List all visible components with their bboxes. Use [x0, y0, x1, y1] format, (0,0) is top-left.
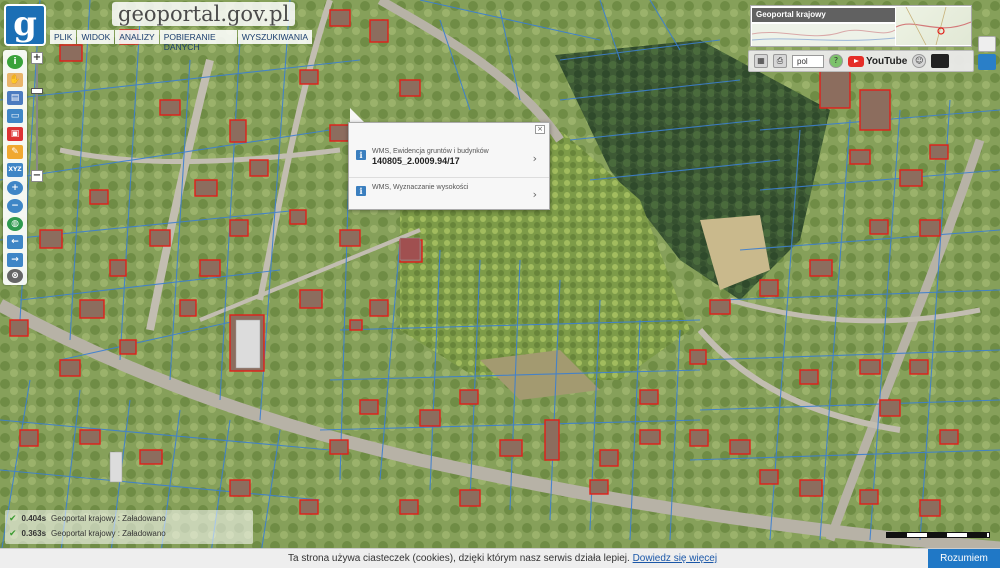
top-controls: ▦ ⎙ pol ? YouTube ☺: [748, 50, 974, 72]
info-icon: i: [356, 186, 366, 196]
status-row: ✔ 0.404s Geoportal krajowy : Załadowano: [9, 512, 166, 525]
visibility-icon[interactable]: [978, 54, 996, 70]
pan-hand-icon[interactable]: ✋: [7, 73, 23, 87]
popup-layer-name: WMS, Ewidencja gruntów i budynków: [372, 148, 489, 155]
select-tool-icon[interactable]: ▭: [7, 109, 23, 123]
menu-widok[interactable]: WIDOK: [77, 30, 115, 44]
language-select[interactable]: pol: [792, 54, 824, 68]
status-time: 0.363s: [21, 529, 47, 538]
feature-info-popup: × i WMS, Ewidencja gruntów i budynków 14…: [348, 122, 550, 210]
zoom-slider[interactable]: + −: [31, 52, 43, 182]
check-icon: ✔: [9, 513, 17, 524]
reset-view-icon[interactable]: ⊗: [7, 269, 23, 283]
expand-icon[interactable]: [978, 36, 996, 52]
info-icon[interactable]: i: [7, 55, 23, 69]
menu-pobieranie-danych[interactable]: POBIERANIE DANYCH: [159, 30, 237, 52]
chevron-right-icon: ›: [532, 152, 537, 165]
zoom-in-icon[interactable]: +: [7, 181, 23, 195]
youtube-label: YouTube: [866, 55, 908, 67]
youtube-icon: [848, 55, 864, 67]
menu-plik[interactable]: PLIK: [50, 30, 77, 44]
cookie-banner: Ta strona używa ciasteczek (cookies), dz…: [0, 548, 1000, 568]
zoom-out-icon[interactable]: −: [7, 199, 23, 213]
zoom-track[interactable]: [36, 64, 38, 170]
menu-analizy[interactable]: ANALIZY: [115, 30, 159, 44]
printer-icon[interactable]: ⎙: [773, 54, 787, 68]
cookie-text: Ta strona używa ciasteczek (cookies), dz…: [288, 553, 718, 564]
site-title: geoportal.gov.pl: [112, 2, 296, 26]
cookie-more-link[interactable]: Dowiedz się więcej: [633, 553, 717, 564]
status-row: ✔ 0.363s Geoportal krajowy : Załadowano: [9, 527, 166, 540]
orthophoto-map[interactable]: [0, 0, 1000, 568]
forward-arrow-icon[interactable]: →: [7, 253, 23, 267]
parcel-id: 140805_2.0009.94/17: [372, 156, 460, 166]
menu-wyszukiwania[interactable]: WYSZUKIWANIA: [237, 30, 312, 44]
accessibility-icon[interactable]: ☺: [912, 54, 927, 68]
left-toolbar: i ✋ ▤ ▭ ▣ ✎ XYZ + − ◍ ← → ⊗: [3, 50, 27, 285]
print-icon[interactable]: ▦: [754, 54, 768, 68]
back-arrow-icon[interactable]: ←: [7, 235, 23, 249]
globe-icon[interactable]: ◍: [7, 217, 23, 231]
youtube-link[interactable]: YouTube: [848, 55, 908, 67]
status-text: Geoportal krajowy : Załadowano: [51, 514, 166, 523]
overview-map[interactable]: [896, 7, 971, 45]
overview-map-panel[interactable]: Geoportal krajowy: [750, 5, 972, 47]
layer-tool-icon[interactable]: ▣: [7, 127, 23, 141]
status-text: Geoportal krajowy : Załadowano: [51, 529, 166, 538]
contrast-eye-icon[interactable]: [931, 54, 950, 68]
pencil-icon[interactable]: ✎: [7, 145, 23, 159]
xyz-coordinates-icon[interactable]: XYZ: [7, 163, 23, 177]
overview-strip[interactable]: [752, 24, 895, 46]
zoom-minus-button[interactable]: −: [31, 170, 43, 182]
document-icon[interactable]: ▤: [7, 91, 23, 105]
overview-map-label: Geoportal krajowy: [752, 8, 895, 22]
loading-status-panel: ✔ 0.404s Geoportal krajowy : Załadowano …: [5, 510, 253, 544]
popup-result-parcel[interactable]: i WMS, Ewidencja gruntów i budynków 1408…: [349, 142, 549, 174]
main-menu: PLIK WIDOK ANALIZY POBIERANIE DANYCH WYS…: [50, 30, 312, 52]
help-icon[interactable]: ?: [829, 54, 843, 68]
right-side-buttons: [978, 36, 996, 72]
geoportal-logo[interactable]: g: [4, 4, 46, 46]
status-time: 0.404s: [21, 514, 47, 523]
check-icon: ✔: [9, 528, 17, 539]
cookie-accept-button[interactable]: Rozumiem: [928, 549, 1000, 568]
zoom-handle[interactable]: [31, 88, 43, 94]
popup-close-button[interactable]: ×: [535, 125, 545, 134]
popup-layer-name: WMS, Wyznaczanie wysokości: [372, 184, 469, 191]
scale-bar: [886, 532, 990, 538]
app-header: g geoportal.gov.pl PLIK WIDOK ANALIZY PO…: [0, 0, 312, 52]
map-view[interactable]: [0, 0, 1000, 568]
chevron-right-icon: ›: [532, 188, 537, 201]
popup-result-elevation[interactable]: i WMS, Wyznaczanie wysokości ›: [349, 177, 549, 209]
info-icon: i: [356, 150, 366, 160]
zoom-plus-button[interactable]: +: [31, 52, 43, 64]
